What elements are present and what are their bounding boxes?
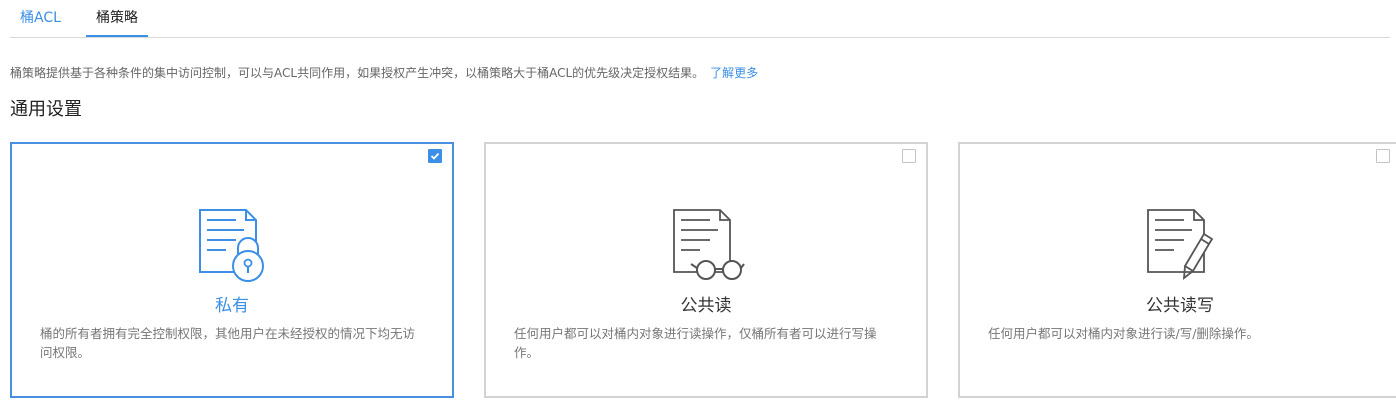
card-description: 桶的所有者拥有完全控制权限，其他用户在未经授权的情况下均无访问权限。	[40, 326, 416, 360]
tab-bucket-acl[interactable]: 桶ACL	[10, 0, 71, 36]
tab-bucket-policy[interactable]: 桶策略	[86, 0, 148, 37]
card-description: 任何用户都可以对桶内对象进行读操作，仅桶所有者可以进行写操作。	[514, 326, 877, 360]
card-title: 公共读	[680, 296, 732, 316]
card-title: 公共读写	[1146, 296, 1214, 316]
checkbox-public-read-write[interactable]	[1376, 149, 1390, 163]
description-text: 桶策略提供基于各种条件的集中访问控制，可以与ACL共同作用，如果授权产生冲突，以…	[10, 66, 705, 80]
tab-bar: 桶ACL 桶策略	[10, 0, 1390, 38]
card-title: 私有	[215, 296, 249, 316]
checkmark-icon	[430, 152, 440, 160]
document-pencil-icon	[1147, 209, 1214, 280]
document-glasses-icon	[673, 209, 745, 280]
learn-more-link[interactable]: 了解更多	[710, 66, 758, 80]
option-card-public-read[interactable]: 公共读 任何用户都可以对桶内对象进行读操作，仅桶所有者可以进行写操作。	[484, 142, 928, 398]
checkbox-public-read[interactable]	[902, 149, 916, 163]
section-title: 通用设置	[10, 99, 82, 120]
checkbox-private[interactable]	[428, 149, 442, 163]
card-description: 任何用户都可以对桶内对象进行读/写/删除操作。	[988, 326, 1259, 341]
option-card-public-read-write[interactable]: 公共读写 任何用户都可以对桶内对象进行读/写/删除操作。	[958, 142, 1396, 398]
policy-description: 桶策略提供基于各种条件的集中访问控制，可以与ACL共同作用，如果授权产生冲突，以…	[10, 64, 758, 82]
option-card-private[interactable]: 私有 桶的所有者拥有完全控制权限，其他用户在未经授权的情况下均无访问权限。	[10, 142, 454, 398]
document-lock-icon	[199, 209, 264, 282]
